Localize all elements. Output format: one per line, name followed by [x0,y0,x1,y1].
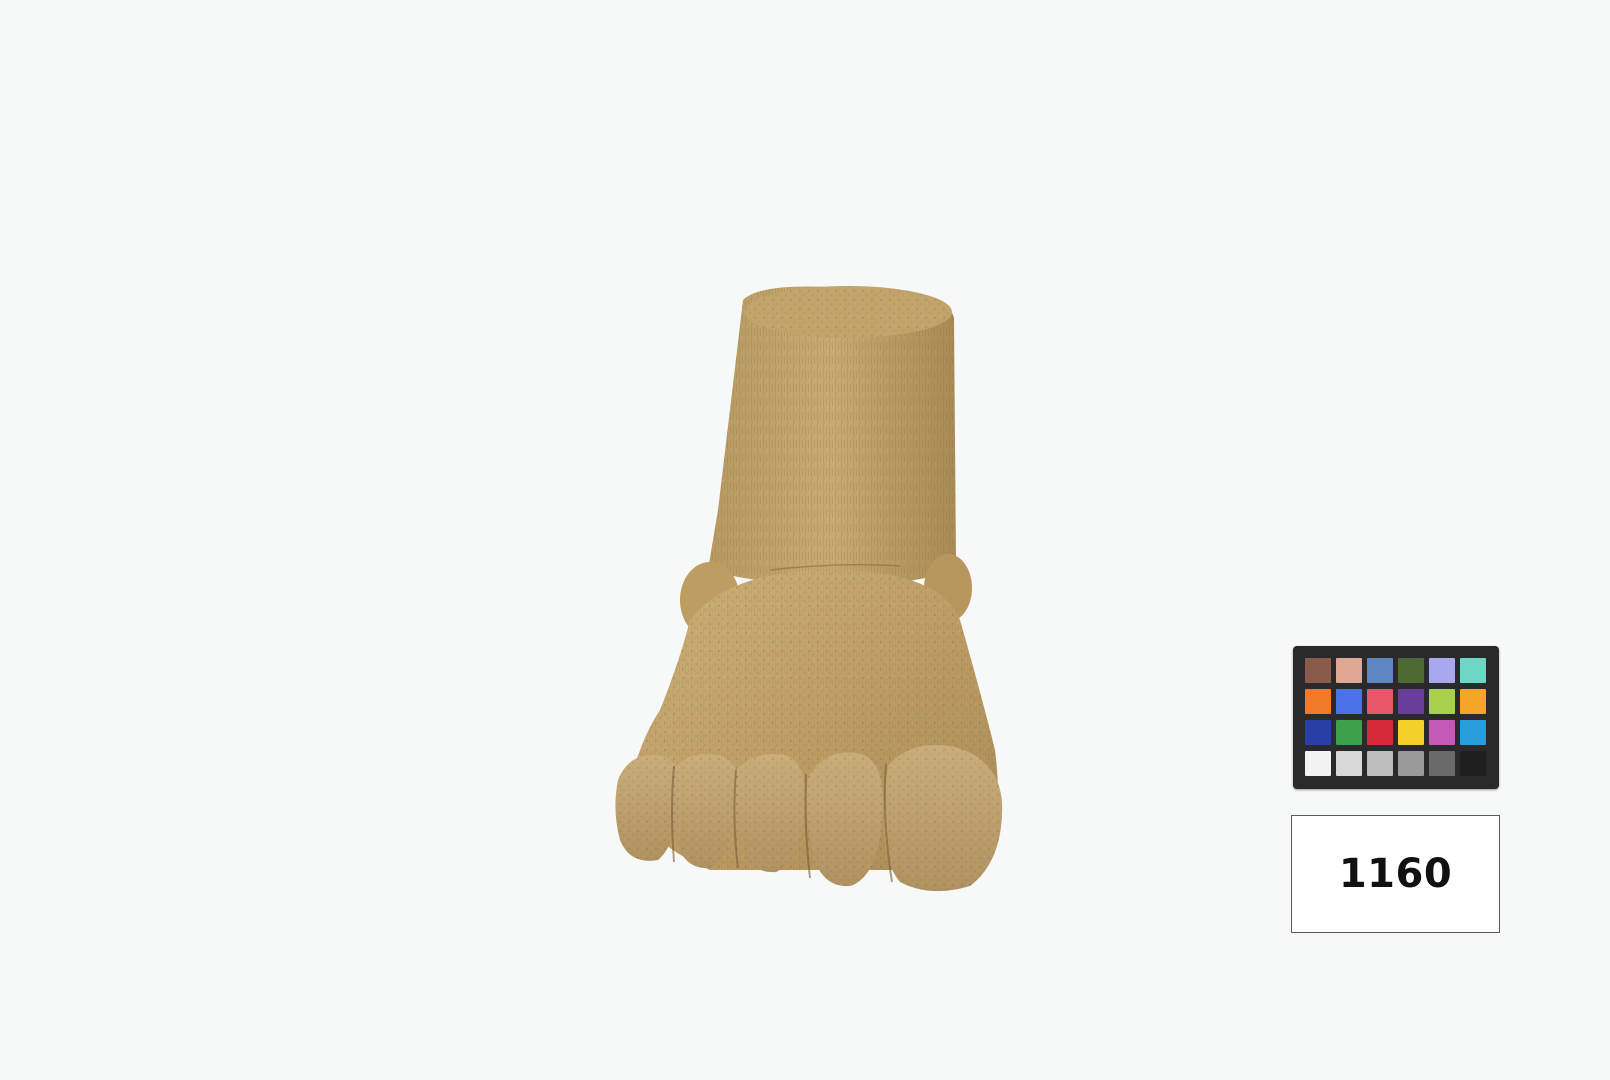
color-patch [1429,689,1455,714]
color-patch [1305,751,1331,776]
color-patch [1460,720,1486,745]
color-patch [1460,689,1486,714]
color-patch [1305,720,1331,745]
color-patch [1460,658,1486,683]
color-checker-chart-icon [1293,646,1499,789]
color-patch [1336,658,1362,683]
color-patch [1460,751,1486,776]
color-patch [1429,720,1455,745]
color-patch [1398,751,1424,776]
color-patch [1336,751,1362,776]
color-patch [1429,658,1455,683]
specimen-number: 1160 [1338,851,1453,897]
specimen-number-label: 1160 [1291,815,1500,933]
color-patch [1367,751,1393,776]
color-patch [1367,658,1393,683]
color-patch [1429,751,1455,776]
color-patch [1336,689,1362,714]
specimen-photo: 1160 [0,0,1610,1080]
color-patch [1305,689,1331,714]
color-patch [1336,720,1362,745]
color-patch [1305,658,1331,683]
color-patch [1367,720,1393,745]
color-patch [1367,689,1393,714]
carved-wooden-foot-icon [615,286,1003,892]
color-patch-grid [1305,658,1486,776]
color-patch [1398,720,1424,745]
color-patch [1398,658,1424,683]
color-patch [1398,689,1424,714]
